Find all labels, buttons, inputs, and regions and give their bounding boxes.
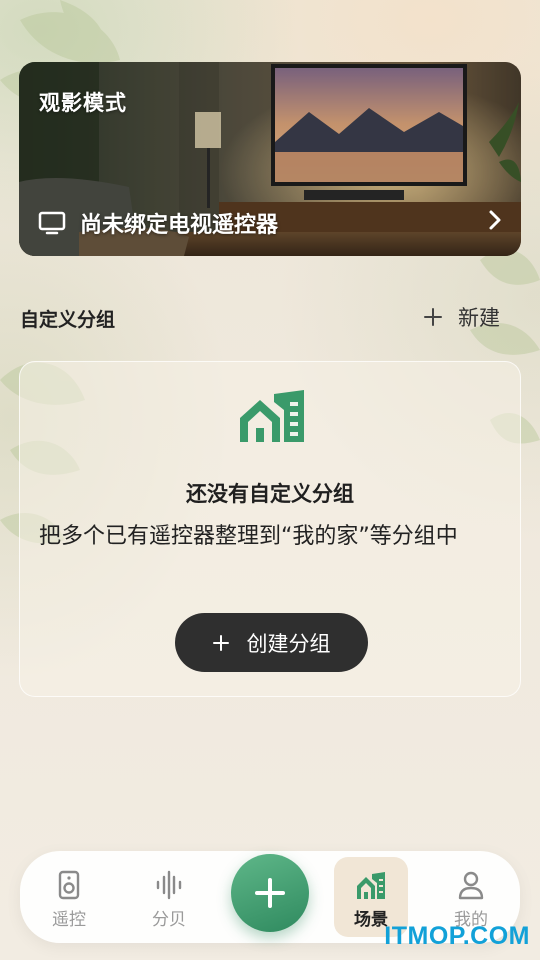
person-icon [458, 871, 484, 900]
add-button[interactable] [231, 854, 309, 932]
new-group-label: 新建 [458, 306, 500, 330]
remote-binding-status[interactable]: 尚未绑定电视遥控器 [38, 207, 278, 239]
chevron-right-icon[interactable] [487, 208, 503, 232]
speaker-icon [58, 870, 80, 900]
site-watermark: ITMOP.COM [384, 922, 530, 950]
plus-icon [212, 634, 229, 651]
scene-card-movie-mode[interactable]: 观影模式 尚未绑定电视遥控器 [19, 62, 521, 256]
tab-remote[interactable]: 遥控 [32, 851, 106, 943]
section-title-custom-groups: 自定义分组 [20, 309, 116, 331]
create-group-label: 创建分组 [246, 631, 331, 656]
tab-decibel[interactable]: 分贝 [132, 851, 206, 943]
buildings-icon [357, 872, 385, 899]
sound-wave-icon [156, 870, 182, 900]
empty-groups-card: 还没有自定义分组 把多个已有遥控器整理到“我的家”等分组中 创建分组 [19, 361, 521, 697]
tab-scene-label: 场景 [354, 910, 388, 930]
tab-decibel-label: 分贝 [152, 910, 186, 930]
remote-binding-status-label: 尚未绑定电视遥控器 [80, 213, 279, 238]
create-group-button[interactable]: 创建分组 [175, 613, 368, 672]
buildings-icon [240, 390, 304, 442]
empty-state-title: 还没有自定义分组 [186, 482, 354, 506]
plus-icon [255, 878, 285, 908]
tv-icon [38, 211, 66, 235]
plus-icon [424, 308, 442, 326]
empty-state-description: 把多个已有遥控器整理到“我的家”等分组中 [39, 524, 458, 549]
new-group-button[interactable]: 新建 [424, 302, 500, 332]
scene-title: 观影模式 [39, 91, 127, 115]
tab-remote-label: 遥控 [52, 910, 86, 930]
